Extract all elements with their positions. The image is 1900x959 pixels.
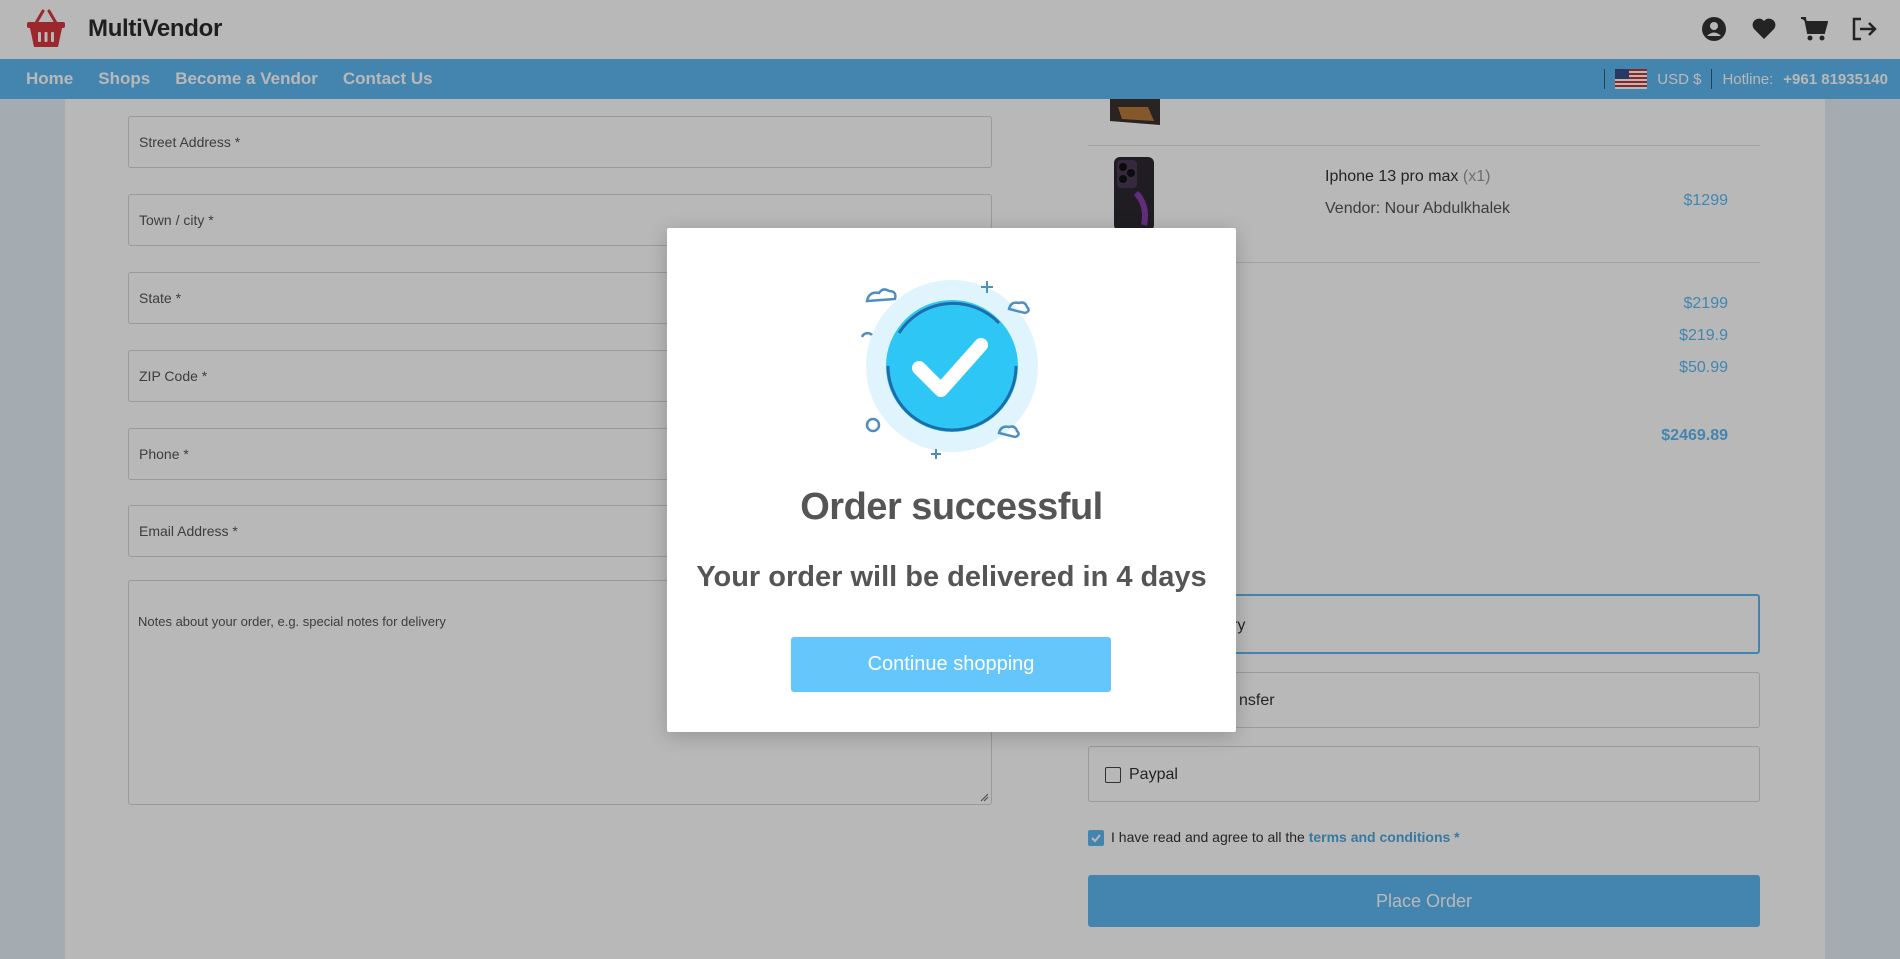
modal-subtitle: Your order will be delivered in 4 days [696, 561, 1207, 593]
order-success-modal: Order successful Your order will be deli… [667, 228, 1236, 732]
success-check-icon [860, 280, 1038, 459]
modal-title: Order successful [800, 486, 1103, 528]
continue-shopping-button[interactable]: Continue shopping [791, 637, 1111, 692]
